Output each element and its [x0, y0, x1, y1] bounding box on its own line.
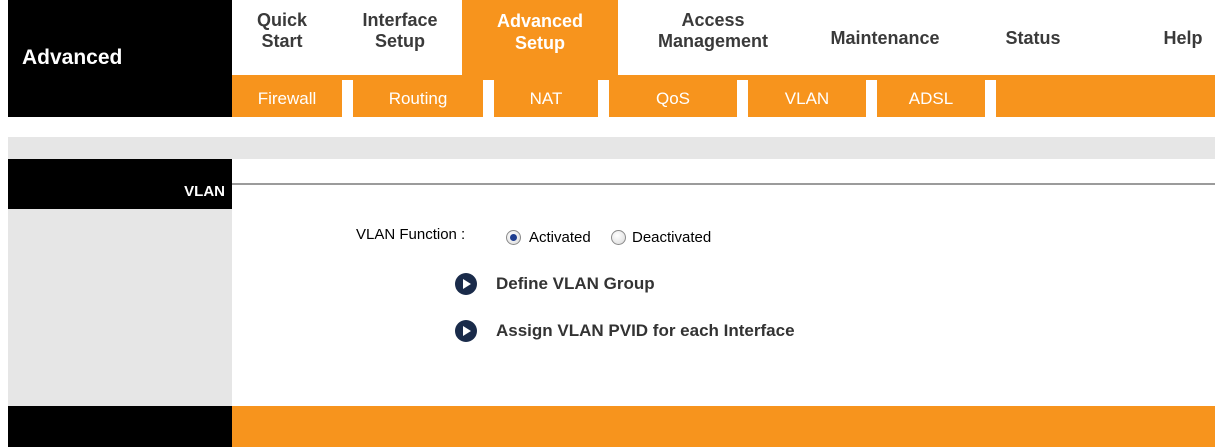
nav-maintenance[interactable]: Maintenance: [824, 28, 946, 49]
nav-interface-setup-line1: Interface: [362, 10, 438, 30]
radio-deactivated-label[interactable]: Deactivated: [632, 229, 711, 246]
nav-advanced-setup-line1: Advanced: [496, 11, 584, 31]
sidebar-panel: [8, 209, 232, 406]
section-title: VLAN: [184, 183, 225, 200]
assign-vlan-pvid-text: Assign VLAN PVID for each Interface: [496, 321, 795, 340]
footer-bar: [232, 406, 1215, 447]
subnav-routing[interactable]: Routing: [353, 80, 483, 117]
define-vlan-group-link[interactable]: Define VLAN Group: [455, 273, 695, 295]
nav-quick-start-line2: Start: [261, 31, 303, 51]
subnav-vlan[interactable]: VLAN: [748, 80, 866, 117]
subnav-divider: [866, 80, 877, 117]
arrow-right-circle-icon: [455, 273, 477, 295]
nav-access-management-line2: Management: [657, 31, 769, 51]
radio-deactivated[interactable]: [611, 230, 626, 245]
spacer-band: [8, 137, 1215, 159]
vlan-function-label: VLAN Function :: [356, 226, 466, 243]
nav-advanced-setup-line2: Setup: [514, 33, 565, 53]
nav-advanced-setup[interactable]: Advanced Setup: [462, 0, 618, 75]
subnav-divider: [985, 80, 996, 117]
nav-interface-setup-line2: Setup: [374, 31, 425, 51]
nav-quick-start-line1: Quick: [256, 10, 308, 30]
assign-vlan-pvid-link[interactable]: Assign VLAN PVID for each Interface: [455, 320, 855, 342]
subnav-divider: [342, 80, 353, 117]
subnav-adsl[interactable]: ADSL: [877, 80, 985, 117]
subnav-divider: [737, 80, 748, 117]
subnav-nat[interactable]: NAT: [494, 80, 598, 117]
nav-quick-start[interactable]: Quick Start: [252, 10, 312, 52]
subnav-firewall[interactable]: Firewall: [232, 80, 342, 117]
nav-interface-setup[interactable]: Interface Setup: [356, 10, 444, 52]
subnav-qos[interactable]: QoS: [609, 80, 737, 117]
page-title: Advanced: [22, 46, 123, 69]
nav-help[interactable]: Help: [1160, 28, 1206, 49]
nav-access-management[interactable]: Access Management: [640, 10, 786, 52]
radio-activated-label[interactable]: Activated: [529, 229, 591, 246]
nav-access-management-line1: Access: [681, 10, 745, 30]
arrow-right-circle-icon: [455, 320, 477, 342]
section-divider: [232, 183, 1215, 185]
subnav-empty: [996, 80, 1215, 117]
subnav-divider: [598, 80, 609, 117]
define-vlan-group-text: Define VLAN Group: [496, 274, 655, 293]
radio-activated[interactable]: [506, 230, 521, 245]
footer-left: [8, 406, 232, 447]
subnav-divider: [483, 80, 494, 117]
nav-status[interactable]: Status: [1000, 28, 1066, 49]
